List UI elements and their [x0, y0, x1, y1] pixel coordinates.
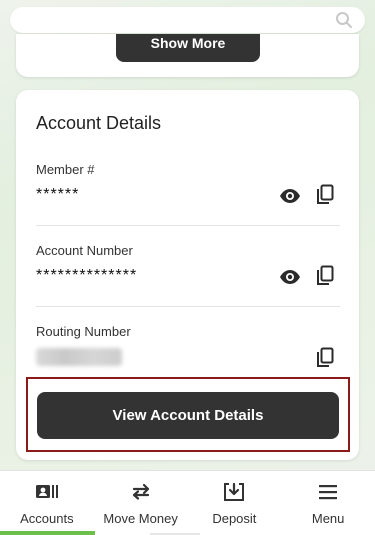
nav-item-menu[interactable]: Menu	[281, 471, 375, 535]
account-number-label: Account Number	[36, 243, 133, 258]
nav-label: Menu	[311, 511, 345, 526]
bottom-nav: Accounts Move Money Deposit Menu	[0, 470, 375, 535]
nav-label: Accounts	[20, 511, 74, 526]
routing-number-value-redacted	[36, 348, 122, 366]
previous-card: Show More	[16, 34, 359, 77]
divider	[36, 225, 340, 226]
member-number-value: ******	[36, 186, 80, 203]
nav-item-deposit[interactable]: Deposit	[188, 471, 282, 535]
copy-icon[interactable]	[313, 264, 337, 288]
nav-item-move-money[interactable]: Move Money	[94, 471, 188, 535]
nav-label: Deposit	[212, 511, 257, 526]
eye-icon[interactable]	[278, 265, 302, 289]
transfer-arrows-icon	[129, 481, 153, 503]
search-icon[interactable]	[335, 11, 353, 29]
account-number-value: **************	[36, 267, 138, 284]
copy-icon[interactable]	[313, 346, 337, 370]
member-number-label: Member #	[36, 162, 95, 177]
view-account-details-button[interactable]: View Account Details	[37, 392, 339, 439]
active-tab-indicator	[0, 531, 95, 535]
show-more-button[interactable]: Show More	[116, 34, 260, 62]
hamburger-menu-icon	[316, 481, 340, 503]
copy-icon[interactable]	[313, 183, 337, 207]
nav-item-accounts[interactable]: Accounts	[0, 471, 95, 535]
deposit-icon	[222, 481, 246, 503]
eye-icon[interactable]	[278, 184, 302, 208]
search-bar[interactable]	[10, 7, 365, 33]
nav-label: Move Money	[103, 511, 178, 526]
routing-number-label: Routing Number	[36, 324, 131, 339]
divider	[36, 306, 340, 307]
card-title: Account Details	[36, 113, 162, 133]
accounts-icon	[35, 481, 59, 503]
search-input[interactable]	[10, 7, 365, 33]
